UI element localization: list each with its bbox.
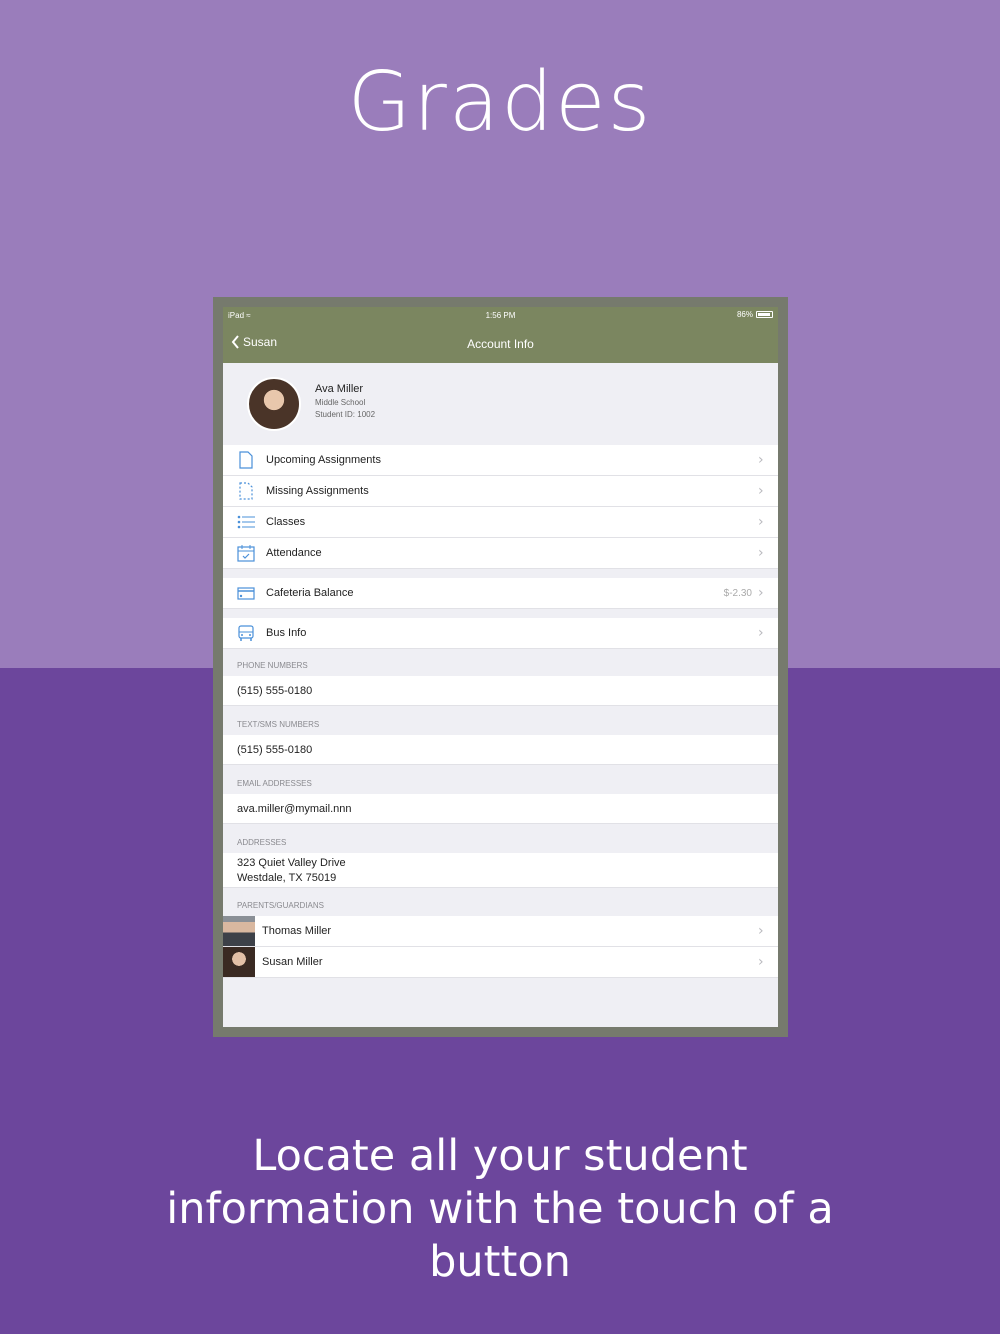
student-school: Middle School xyxy=(315,398,366,407)
menu-item-classes[interactable]: Classes › xyxy=(223,507,778,538)
guardian-row[interactable]: Susan Miller › xyxy=(223,947,778,978)
chevron-right-icon: › xyxy=(758,545,764,561)
menu-item-label: Attendance xyxy=(266,547,322,559)
address-line-1: 323 Quiet Valley Drive xyxy=(237,857,346,869)
chevron-right-icon: › xyxy=(758,452,764,468)
avatar xyxy=(223,916,255,946)
menu-item-missing-assignments[interactable]: Missing Assignments › xyxy=(223,476,778,507)
card-icon xyxy=(236,583,256,603)
address-row[interactable]: 323 Quiet Valley Drive Westdale, TX 7501… xyxy=(223,853,778,888)
guardian-row[interactable]: Thomas Miller › xyxy=(223,916,778,947)
chevron-right-icon: › xyxy=(758,514,764,530)
dashed-document-icon xyxy=(236,481,256,501)
email-address: ava.miller@mymail.nnn xyxy=(237,802,352,815)
section-header-addresses: ADDRESSES xyxy=(237,838,287,847)
section-header-sms: TEXT/SMS NUMBERS xyxy=(237,720,320,729)
avatar xyxy=(247,377,301,431)
guardian-name: Susan Miller xyxy=(262,956,323,968)
menu-item-label: Bus Info xyxy=(266,627,307,639)
bus-icon xyxy=(236,623,256,643)
chevron-right-icon: › xyxy=(758,585,764,601)
phone-number: (515) 555-0180 xyxy=(237,684,313,697)
sms-number: (515) 555-0180 xyxy=(237,743,313,756)
chevron-right-icon: › xyxy=(758,954,764,970)
email-row[interactable]: ava.miller@mymail.nnn xyxy=(223,794,778,824)
guardian-name: Thomas Miller xyxy=(262,925,332,937)
address-line-2: Westdale, TX 75019 xyxy=(237,872,337,884)
status-time: 1:56 PM xyxy=(485,311,516,320)
status-bar: iPad ≈ 1:56 PM 86% xyxy=(223,307,778,325)
student-name: Ava Miller xyxy=(315,383,364,395)
student-profile: Ava Miller Middle School Student ID: 100… xyxy=(223,363,778,445)
chevron-right-icon: › xyxy=(758,923,764,939)
menu-item-attendance[interactable]: Attendance › xyxy=(223,538,778,569)
document-icon xyxy=(236,450,256,470)
section-header-email: EMAIL ADDRESSES xyxy=(237,779,312,788)
menu-item-label: Upcoming Assignments xyxy=(266,454,381,466)
battery-percent: 86% xyxy=(736,310,753,319)
phone-number-row[interactable]: (515) 555-0180 xyxy=(223,676,778,706)
menu-item-label: Cafeteria Balance xyxy=(266,587,354,599)
nav-bar: Susan Account Info xyxy=(223,325,778,363)
device-frame: iPad ≈ 1:56 PM 86% Susan Account Info Av… xyxy=(213,297,788,1037)
headline: Grades xyxy=(347,55,653,150)
menu-item-label: Classes xyxy=(266,516,306,528)
section-header-phone: PHONE NUMBERS xyxy=(237,661,308,670)
page-title: Account Info xyxy=(467,337,534,351)
list-icon xyxy=(236,512,256,532)
menu-item-upcoming-assignments[interactable]: Upcoming Assignments › xyxy=(223,445,778,476)
app-screen: iPad ≈ 1:56 PM 86% Susan Account Info Av… xyxy=(223,307,778,1027)
student-id: Student ID: 1002 xyxy=(315,410,376,419)
menu-item-label: Missing Assignments xyxy=(266,485,369,497)
tagline: Locate all your student information with… xyxy=(166,1131,834,1287)
chevron-right-icon: › xyxy=(758,625,764,641)
cafeteria-balance-value: $-2.30 xyxy=(723,587,752,599)
battery-indicator: 86% xyxy=(737,310,773,319)
menu-item-bus-info[interactable]: Bus Info › xyxy=(223,618,778,649)
chevron-right-icon: › xyxy=(758,483,764,499)
calendar-check-icon xyxy=(236,543,256,563)
menu-item-cafeteria-balance[interactable]: Cafeteria Balance $-2.30 › xyxy=(223,578,778,609)
battery-icon xyxy=(756,311,773,318)
section-header-guardians: PARENTS/GUARDIANS xyxy=(237,901,324,910)
sms-number-row[interactable]: (515) 555-0180 xyxy=(223,735,778,765)
avatar xyxy=(223,947,255,977)
